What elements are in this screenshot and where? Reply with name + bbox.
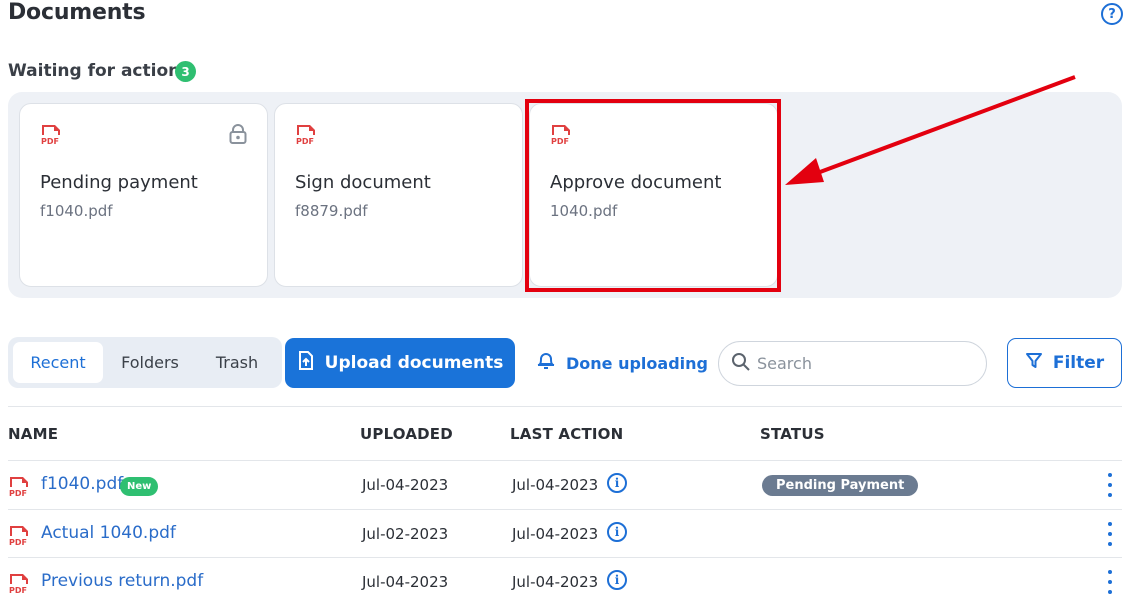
status-badge: Pending Payment — [762, 475, 919, 496]
new-badge: New — [120, 477, 159, 496]
card-filename: f1040.pdf — [40, 202, 113, 220]
svg-text:PDF: PDF — [9, 538, 27, 547]
file-name-link[interactable]: Actual 1040.pdf — [41, 523, 176, 543]
highlight-annotation-box — [525, 99, 781, 292]
view-tabs: Recent Folders Trash — [8, 337, 282, 388]
uploaded-date: Jul-04-2023 — [362, 573, 449, 591]
uploaded-date: Jul-04-2023 — [362, 476, 449, 494]
action-card-sign-document[interactable]: PDF Sign document f8879.pdf — [274, 103, 523, 287]
waiting-section-title: Waiting for action — [8, 61, 181, 81]
column-header-uploaded[interactable]: UPLOADED — [360, 425, 453, 443]
table-row[interactable]: PDF f1040.pdf New Jul-04-2023 Jul-04-202… — [8, 461, 1122, 509]
table-row[interactable]: PDF Actual 1040.pdf Jul-02-2023 Jul-04-2… — [8, 510, 1122, 558]
bell-icon — [536, 351, 556, 375]
last-action-date: Jul-04-2023 — [512, 573, 599, 591]
last-action-date: Jul-04-2023 — [512, 525, 599, 543]
upload-documents-label: Upload documents — [324, 353, 504, 373]
svg-text:PDF: PDF — [41, 137, 59, 146]
file-name-link[interactable]: f1040.pdf — [41, 474, 123, 494]
table-row[interactable]: PDF Previous return.pdf Jul-04-2023 Jul-… — [8, 558, 1122, 603]
file-name-link[interactable]: Previous return.pdf — [41, 571, 203, 591]
info-icon[interactable]: i — [607, 570, 627, 590]
column-header-name[interactable]: NAME — [8, 425, 58, 443]
waiting-count-badge: 3 — [175, 61, 196, 82]
pdf-icon: PDF — [8, 476, 30, 502]
card-title: Sign document — [295, 172, 431, 193]
lock-icon — [229, 124, 247, 148]
last-action-date: Jul-04-2023 — [512, 476, 599, 494]
more-options-icon[interactable] — [1106, 522, 1114, 546]
svg-text:PDF: PDF — [9, 586, 27, 595]
svg-text:PDF: PDF — [9, 489, 27, 498]
card-title: Pending payment — [40, 172, 198, 193]
column-header-last-action[interactable]: LAST ACTION — [510, 425, 623, 443]
filter-label: Filter — [1052, 353, 1105, 373]
tab-trash[interactable]: Trash — [196, 342, 278, 383]
tab-recent[interactable]: Recent — [13, 342, 103, 383]
filter-icon — [1025, 352, 1043, 375]
action-card-pending-payment[interactable]: PDF Pending payment f1040.pdf — [19, 103, 268, 287]
search-box — [718, 341, 987, 386]
pdf-icon: PDF — [40, 124, 62, 150]
card-filename: f8879.pdf — [295, 202, 368, 220]
done-uploading-button[interactable]: Done uploading — [536, 351, 708, 375]
pdf-icon: PDF — [295, 124, 317, 150]
search-icon — [731, 352, 751, 376]
help-icon[interactable]: ? — [1101, 3, 1123, 25]
page-title: Documents — [8, 0, 146, 25]
annotation-arrow-icon — [785, 75, 1076, 185]
pdf-icon: PDF — [8, 525, 30, 551]
uploaded-date: Jul-02-2023 — [362, 525, 449, 543]
upload-file-icon — [297, 350, 315, 376]
svg-text:PDF: PDF — [296, 137, 314, 146]
column-header-status[interactable]: STATUS — [760, 425, 825, 443]
info-icon[interactable]: i — [607, 473, 627, 493]
info-icon[interactable]: i — [607, 522, 627, 542]
pdf-icon: PDF — [8, 573, 30, 599]
more-options-icon[interactable] — [1106, 473, 1114, 497]
filter-button[interactable]: Filter — [1007, 338, 1122, 388]
tab-folders[interactable]: Folders — [105, 342, 195, 383]
more-options-icon[interactable] — [1106, 570, 1114, 594]
done-uploading-label: Done uploading — [566, 353, 708, 373]
upload-documents-button[interactable]: Upload documents — [285, 338, 515, 388]
search-input[interactable] — [757, 354, 957, 373]
divider — [8, 406, 1122, 407]
